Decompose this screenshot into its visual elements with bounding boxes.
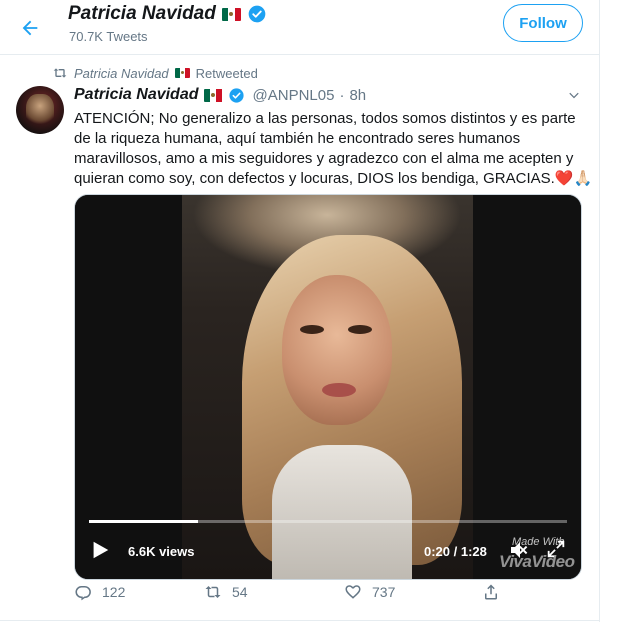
tweet-header: Patricia Navidad @ANPNL05 · 8h <box>74 86 366 104</box>
video-subject-lips <box>322 383 356 397</box>
share-button[interactable] <box>482 583 500 601</box>
tweet-author-name[interactable]: Patricia Navidad <box>74 86 199 104</box>
tweet-count: 70.7K Tweets <box>69 29 148 44</box>
arrow-left-icon <box>22 20 38 36</box>
back-button[interactable] <box>10 8 50 48</box>
mexico-flag-icon <box>221 7 241 21</box>
tweet-body: ATENCIÓN; No generalizo a las personas, … <box>74 110 576 187</box>
retweet-context: Patricia Navidad Retweeted <box>52 65 258 81</box>
video-subject-face <box>282 275 392 425</box>
mexico-flag-icon <box>174 68 190 78</box>
reply-icon <box>75 585 91 601</box>
timeline-column: Patricia Navidad 70.7K Tweets Follow Pat… <box>0 0 600 622</box>
avatar[interactable] <box>16 86 64 134</box>
chevron-down-icon <box>569 92 579 99</box>
retweet-icon <box>53 68 67 78</box>
like-count: 737 <box>372 584 396 600</box>
video-subject-eye-left <box>300 325 324 334</box>
play-icon <box>93 541 109 559</box>
share-icon <box>485 584 497 600</box>
tweet-divider <box>0 620 600 621</box>
tweet-author-handle[interactable]: @ANPNL05 <box>253 87 335 104</box>
mexico-flag-icon <box>203 88 223 102</box>
retweet-icon <box>205 586 221 598</box>
video-subject-eye-right <box>348 325 372 334</box>
heart-emoji: ❤️ <box>554 170 574 187</box>
separator-dot: · <box>339 86 345 104</box>
fullscreen-button[interactable] <box>545 538 569 562</box>
tweet-menu-button[interactable] <box>564 86 584 106</box>
header-name-row: Patricia Navidad <box>68 2 267 26</box>
tweet-timestamp[interactable]: 8h <box>349 87 366 104</box>
video-player[interactable]: 6.6K views 0:20 / 1:28 Made With VivaVid… <box>74 194 582 580</box>
follow-button[interactable]: Follow <box>503 4 583 42</box>
tweet-text: ATENCIÓN; No generalizo a las personas, … <box>74 109 594 189</box>
retweet-count: 54 <box>232 584 248 600</box>
heart-icon <box>345 585 361 599</box>
video-subject-shirt <box>272 445 412 579</box>
video-progress-fill <box>89 520 198 523</box>
verified-badge-icon <box>248 5 266 23</box>
video-timecode: 0:20 / 1:28 <box>424 544 487 559</box>
verified-badge-icon <box>228 87 244 103</box>
retweeter-name[interactable]: Patricia Navidad <box>74 66 169 81</box>
retweeted-label: Retweeted <box>195 65 258 81</box>
tweet-actions: 122 54 737 <box>74 583 514 607</box>
video-progress-bar[interactable] <box>89 520 567 523</box>
like-button[interactable]: 737 <box>344 583 395 601</box>
praying-hands-emoji: 🙏🏻 <box>573 170 593 187</box>
mute-button[interactable] <box>508 538 532 562</box>
video-view-count: 6.6K views <box>128 544 195 559</box>
retweet-button[interactable]: 54 <box>204 583 248 601</box>
reply-count: 122 <box>102 584 126 600</box>
expand-icon <box>547 540 565 558</box>
header-display-name: Patricia Navidad <box>68 3 216 24</box>
play-button[interactable] <box>89 539 111 561</box>
reply-button[interactable]: 122 <box>74 583 125 601</box>
profile-header: Patricia Navidad 70.7K Tweets Follow <box>0 0 600 55</box>
speaker-muted-icon <box>511 542 528 558</box>
